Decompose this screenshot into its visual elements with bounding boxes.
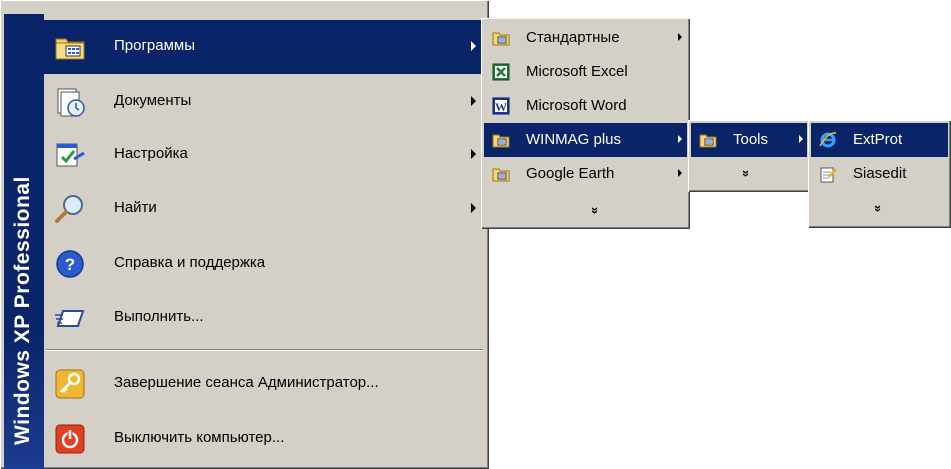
menu-item-shutdown[interactable]: Выключить компьютер... — [44, 412, 485, 466]
menu-item-documents[interactable]: Документы — [44, 75, 485, 129]
menu-item-search[interactable]: Найти — [44, 182, 485, 236]
submenu-arrow-icon — [471, 41, 476, 51]
svg-text:W: W — [495, 100, 507, 114]
submenu-item-label: ExtProt — [853, 131, 903, 148]
submenu-arrow-icon — [471, 96, 476, 106]
menu-item-programs[interactable]: Программы — [44, 20, 485, 74]
submenu-item-label: Microsoft Excel — [526, 63, 628, 80]
tools-submenu: ExtProt Siasedit » — [808, 120, 951, 228]
submenu-item-label: Tools — [733, 131, 769, 148]
submenu-arrow-icon — [678, 135, 682, 143]
excel-icon — [492, 63, 510, 81]
submenu-arrow-icon — [799, 135, 803, 143]
start-menu: Windows XP Professional Программы Докуме… — [0, 0, 489, 469]
programs-folder-icon — [55, 38, 85, 60]
folder-icon — [492, 168, 510, 182]
logoff-key-icon — [55, 369, 85, 399]
menu-separator — [46, 349, 483, 351]
menu-item-help[interactable]: ? Справка и поддержка — [44, 237, 485, 291]
menu-item-label: Программы — [114, 37, 196, 54]
notepad-edit-icon — [820, 167, 837, 183]
menu-item-run[interactable]: Выполнить... — [44, 291, 485, 345]
banner-text-part1: Windows XP — [11, 314, 34, 445]
submenu-item-label: WINMAG plus — [526, 131, 622, 148]
banner-text-part2: Professional — [11, 176, 34, 309]
submenu-item-extprot[interactable]: ExtProt — [811, 123, 948, 157]
search-magnifier-icon — [55, 195, 83, 223]
submenu-arrow-icon — [471, 203, 476, 213]
submenu-item-winmag[interactable]: WINMAG plus — [484, 123, 687, 157]
menu-item-label: Документы — [114, 92, 192, 109]
internet-explorer-icon — [819, 132, 837, 148]
submenu-item-word[interactable]: W Microsoft Word — [484, 89, 687, 123]
folder-icon — [492, 134, 510, 148]
menu-item-label: Найти — [114, 199, 157, 216]
menu-item-label: Справка и поддержка — [114, 254, 266, 271]
expand-more-chevron-icon[interactable]: » — [588, 207, 603, 214]
help-icon: ? — [56, 250, 84, 278]
expand-more-chevron-icon[interactable]: » — [739, 170, 754, 177]
submenu-item-label: Стандартные — [526, 29, 620, 46]
menu-item-label: Выполнить... — [114, 308, 204, 325]
submenu-arrow-icon — [471, 149, 476, 159]
folder-icon — [492, 32, 510, 46]
menu-item-logoff[interactable]: Завершение сеанса Администратор... — [44, 357, 485, 411]
windows-xp-banner: Windows XP Professional — [4, 14, 44, 469]
submenu-arrow-icon — [678, 33, 682, 41]
expand-more-chevron-icon[interactable]: » — [871, 205, 886, 212]
submenu-item-accessories[interactable]: Стандартные — [484, 21, 687, 55]
submenu-item-siasedit[interactable]: Siasedit — [811, 157, 948, 191]
submenu-item-label: Google Earth — [526, 165, 615, 182]
menu-item-settings[interactable]: Настройка — [44, 128, 485, 182]
power-off-icon — [55, 424, 85, 454]
submenu-item-excel[interactable]: Microsoft Excel — [484, 55, 687, 89]
svg-text:?: ? — [65, 255, 75, 274]
banner-text: Windows XP Professional — [11, 176, 35, 445]
submenu-item-label: Microsoft Word — [526, 97, 627, 114]
word-icon: W — [492, 97, 510, 115]
documents-icon — [57, 88, 85, 117]
menu-item-label: Настройка — [114, 145, 188, 162]
settings-icon — [56, 143, 85, 167]
submenu-item-label: Siasedit — [853, 165, 907, 182]
submenu-arrow-icon — [678, 169, 682, 177]
folder-icon — [699, 134, 717, 148]
menu-item-label: Выключить компьютер... — [114, 429, 285, 446]
submenu-item-tools[interactable]: Tools — [691, 123, 807, 157]
submenu-item-google-earth[interactable]: Google Earth — [484, 157, 687, 191]
menu-item-label: Завершение сеанса Администратор... — [114, 374, 379, 391]
programs-submenu: Стандартные Microsoft Excel W Microsoft … — [481, 18, 690, 229]
run-icon — [55, 310, 85, 327]
winmag-submenu: Tools » — [688, 120, 810, 192]
